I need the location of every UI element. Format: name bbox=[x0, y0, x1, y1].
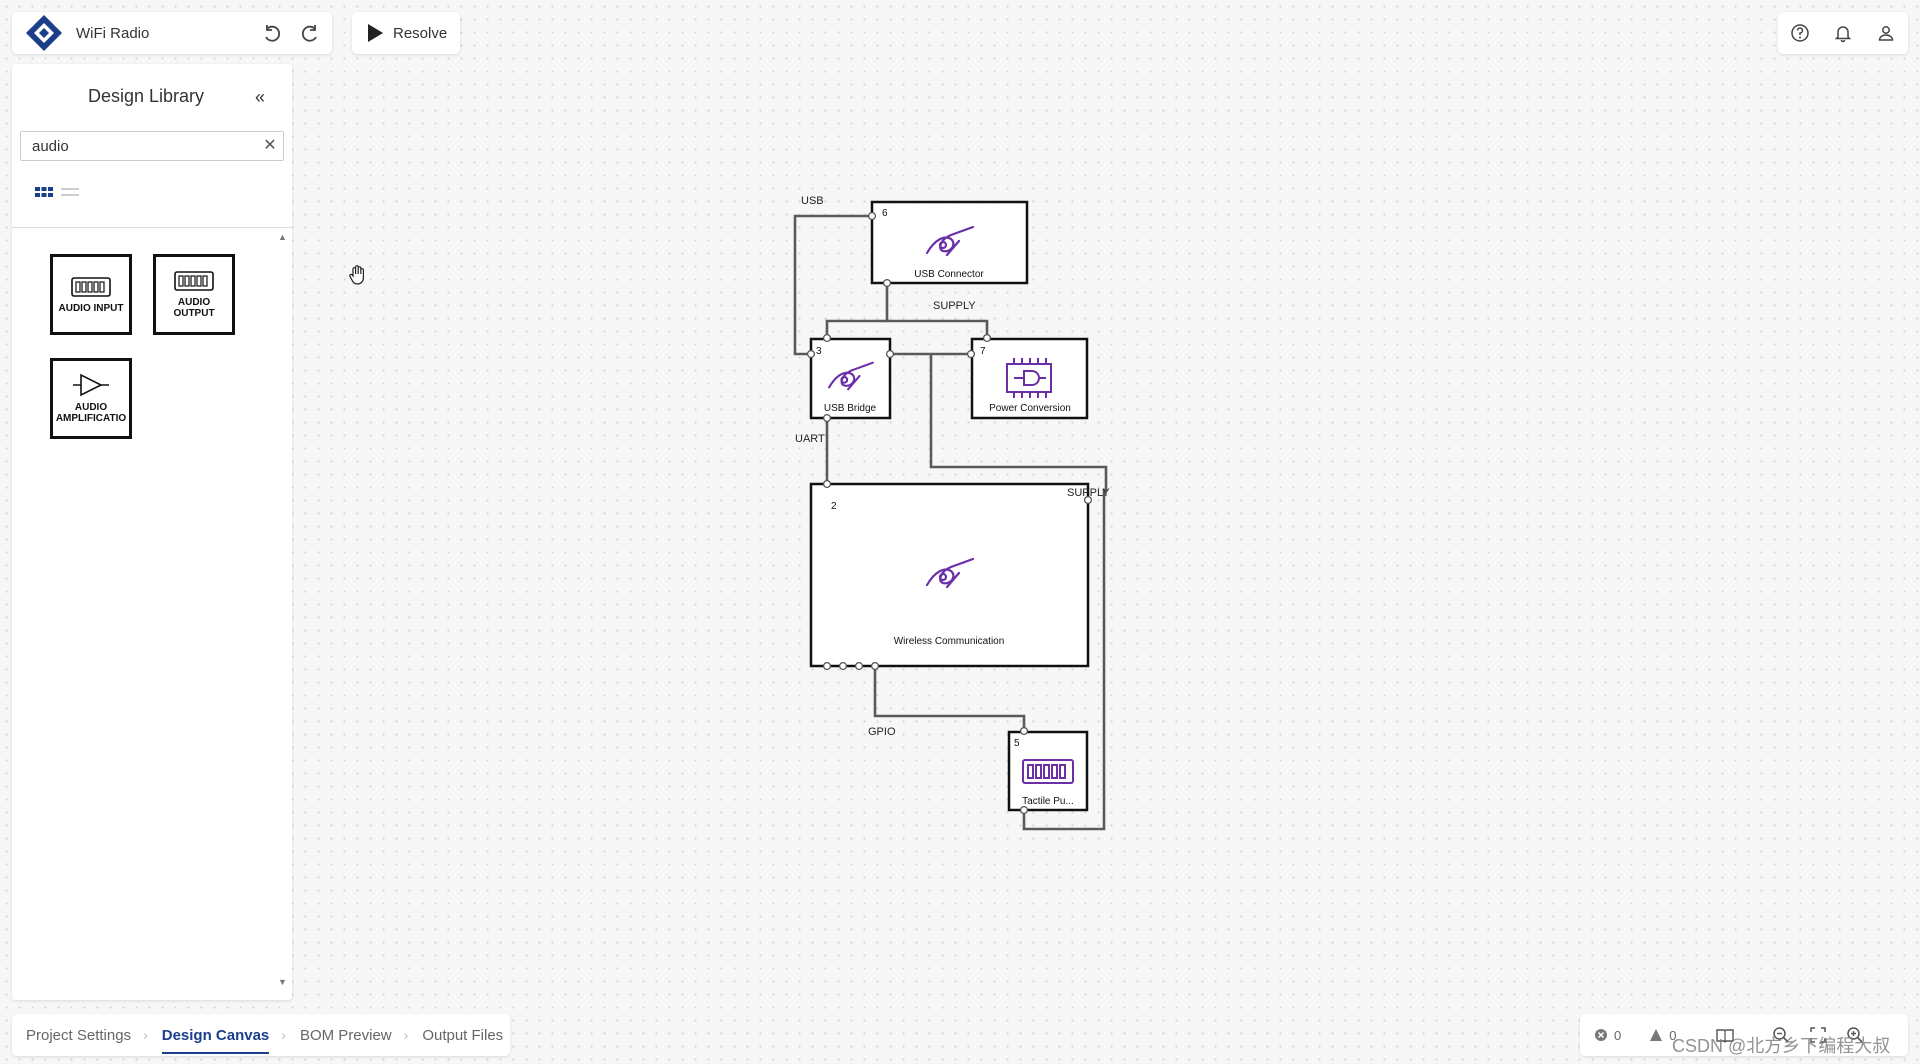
error-count[interactable]: 0 bbox=[1594, 1028, 1621, 1043]
wireless-icon bbox=[925, 557, 975, 589]
undo-icon[interactable] bbox=[258, 20, 286, 48]
block-usb-bridge[interactable]: 3 USB Bridge bbox=[809, 337, 892, 420]
library-item-audio-amplification[interactable]: AUDIO AMPLIFICATIO bbox=[50, 358, 132, 439]
project-title[interactable]: WiFi Radio bbox=[76, 25, 149, 42]
resolve-button[interactable]: Resolve bbox=[352, 12, 460, 54]
wires bbox=[793, 214, 1108, 831]
collapse-panel-icon[interactable]: « bbox=[250, 88, 270, 108]
block-label: USB Bridge bbox=[824, 403, 877, 414]
chevron-right-icon: › bbox=[143, 1027, 148, 1043]
library-item-label: AUDIO INPUT bbox=[58, 302, 124, 314]
net-label-uart: UART bbox=[795, 433, 825, 445]
chip-icon bbox=[1006, 358, 1052, 398]
play-icon bbox=[368, 24, 383, 42]
block-usb-connector[interactable]: 6 USB Connector bbox=[870, 200, 1029, 285]
scroll-up-arrow-icon[interactable]: ▲ bbox=[278, 232, 287, 242]
pins bbox=[806, 211, 1093, 815]
net-label-supply: SUPPLY bbox=[933, 300, 976, 312]
redo-icon[interactable] bbox=[296, 20, 324, 48]
top-right-toolbar bbox=[1778, 12, 1908, 54]
error-count-value: 0 bbox=[1614, 1027, 1622, 1043]
grid-view-icon[interactable] bbox=[34, 184, 54, 200]
block-id: 2 bbox=[831, 501, 837, 512]
clear-search-icon[interactable]: ✕ bbox=[260, 134, 280, 158]
app-logo-icon[interactable] bbox=[24, 13, 64, 53]
tab-design-canvas[interactable]: Design Canvas bbox=[148, 1014, 269, 1056]
panel-title: Design Library bbox=[87, 86, 205, 106]
connector-icon bbox=[71, 276, 111, 297]
list-view-icon[interactable] bbox=[60, 184, 80, 200]
chevron-right-icon: › bbox=[281, 1027, 286, 1043]
block-label: Power Conversion bbox=[989, 403, 1071, 414]
connector-icon bbox=[1022, 759, 1074, 784]
block-label: USB Connector bbox=[914, 269, 984, 280]
resolve-label: Resolve bbox=[393, 24, 448, 42]
tab-bom-preview[interactable]: BOM Preview bbox=[286, 1014, 392, 1056]
app-bar: WiFi Radio bbox=[12, 12, 332, 54]
tab-project-settings[interactable]: Project Settings bbox=[12, 1014, 131, 1056]
wireless-icon bbox=[828, 361, 874, 391]
chevron-right-icon: › bbox=[403, 1027, 409, 1043]
warning-icon bbox=[1650, 1029, 1663, 1041]
block-id: 3 bbox=[816, 346, 822, 357]
panel-divider bbox=[12, 227, 292, 228]
wireless-icon bbox=[925, 225, 975, 257]
library-item-audio-output[interactable]: AUDIO OUTPUT bbox=[153, 254, 235, 335]
tab-output-files[interactable]: Output Files bbox=[408, 1014, 503, 1056]
block-id: 5 bbox=[1014, 738, 1020, 749]
help-icon[interactable] bbox=[1786, 19, 1814, 47]
block-id: 6 bbox=[882, 208, 888, 219]
library-item-label: AUDIO AMPLIFICATIO bbox=[55, 402, 127, 424]
net-label-usb: USB bbox=[801, 195, 824, 207]
design-library-panel: Design Library « ✕ ▲ ▼ AUDIO INPUT bbox=[12, 64, 292, 1000]
block-power-conversion[interactable]: 7 Power Conversion bbox=[970, 337, 1089, 420]
block-label: Wireless Communication bbox=[894, 636, 1005, 647]
workflow-breadcrumb: Project Settings › Design Canvas › BOM P… bbox=[12, 1014, 510, 1056]
connector-icon bbox=[174, 271, 214, 291]
block-wireless-communication[interactable]: 2 Wireless Communication bbox=[809, 482, 1090, 668]
error-icon bbox=[1595, 1029, 1607, 1041]
library-search-input[interactable] bbox=[20, 131, 284, 161]
amplifier-icon bbox=[73, 373, 109, 397]
scroll-down-arrow-icon[interactable]: ▼ bbox=[278, 977, 287, 987]
watermark: CSDN @北方乡下编程大叔 bbox=[1672, 1036, 1891, 1056]
library-item-audio-input[interactable]: AUDIO INPUT bbox=[50, 254, 132, 335]
user-icon[interactable] bbox=[1872, 19, 1900, 47]
library-item-label: AUDIO OUTPUT bbox=[173, 297, 215, 319]
block-tactile-push[interactable]: 5 Tactile Pu... bbox=[1007, 730, 1089, 812]
hand-cursor-icon bbox=[349, 265, 364, 285]
net-label-gpio: GPIO bbox=[868, 726, 896, 738]
block-label: Tactile Pu... bbox=[1022, 796, 1074, 807]
net-label-supply: SUPPLY bbox=[1067, 487, 1110, 499]
block-id: 7 bbox=[980, 346, 986, 357]
bell-icon[interactable] bbox=[1829, 19, 1857, 47]
